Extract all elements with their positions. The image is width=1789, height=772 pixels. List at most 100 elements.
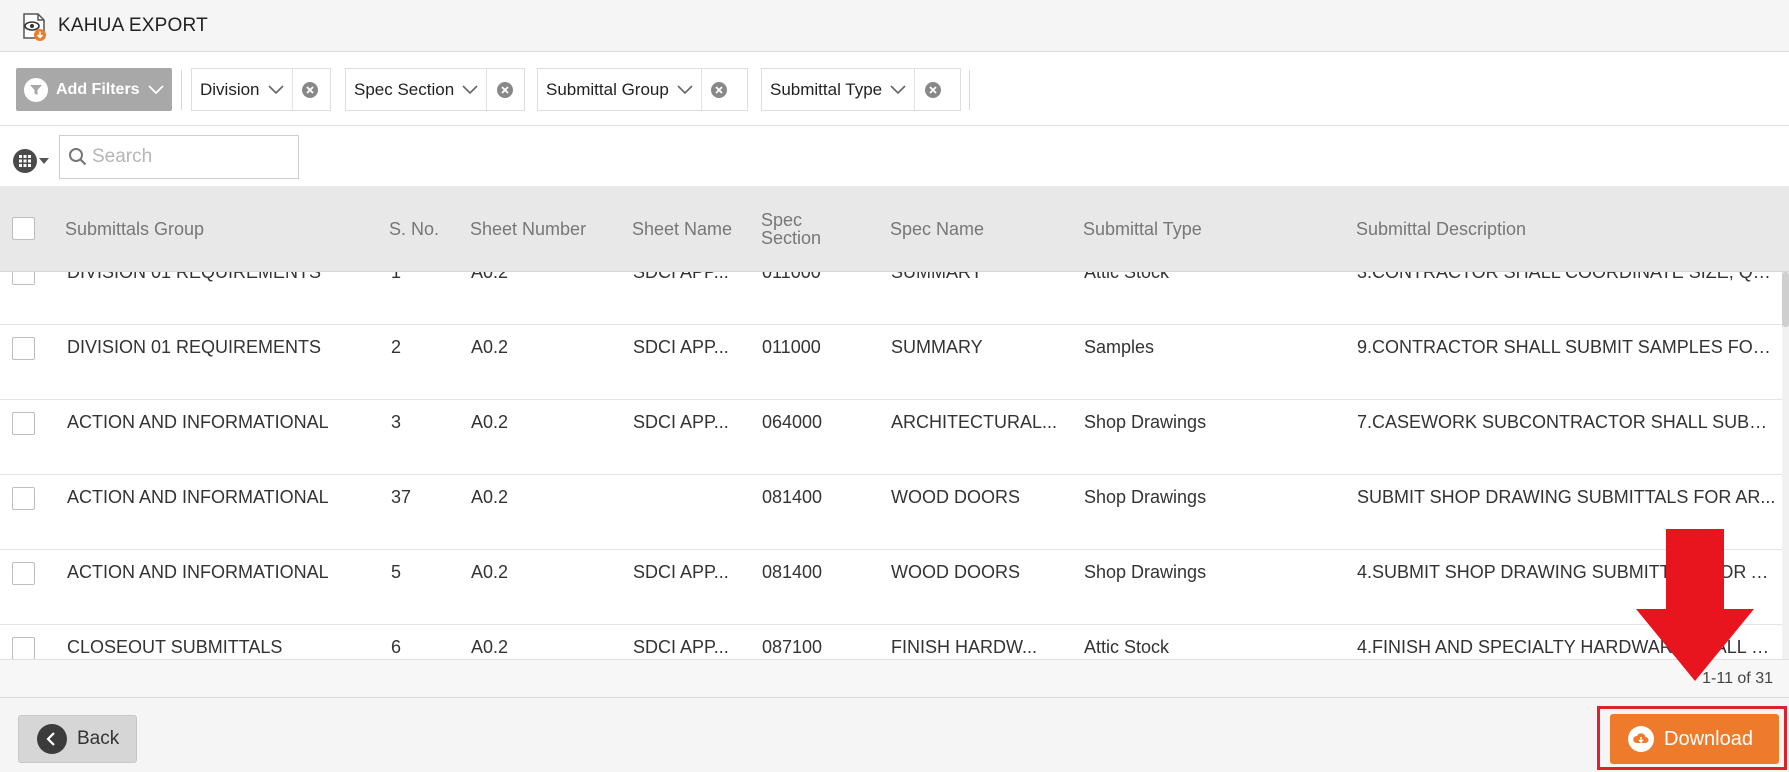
filter-chip-label: Submittal Type: [770, 79, 883, 99]
close-circle-icon: [711, 81, 728, 98]
column-header-sheet-name[interactable]: Sheet Name: [632, 186, 732, 272]
cell-spec-name: SUMMARY: [891, 337, 983, 357]
cell-spec-section: 011000: [762, 337, 821, 357]
cell-sheet-number: A0.2: [471, 637, 509, 657]
divider: [181, 70, 182, 110]
cell-submittal-description: 7.CASEWORK SUBCONTRACTOR SHALL SUBMI...: [1357, 412, 1777, 432]
column-header-spec-name[interactable]: Spec Name: [890, 186, 984, 272]
table-row[interactable]: DIVISION 01 REQUIREMENTS 2 A0.2 SDCI APP…: [0, 325, 1782, 400]
column-menu-button[interactable]: [12, 148, 50, 174]
back-label: Back: [77, 728, 120, 749]
filter-chip-submittal-type: Submittal Type: [761, 68, 961, 111]
filter-chip-submittal-group: Submittal Group: [537, 68, 748, 111]
search-box: [59, 135, 299, 179]
row-checkbox[interactable]: [12, 337, 35, 360]
filter-chip-division-dropdown[interactable]: Division: [192, 69, 292, 110]
filter-chip-submittal-group-dropdown[interactable]: Submittal Group: [538, 69, 701, 110]
cell-submittal-type: Shop Drawings: [1084, 412, 1207, 432]
table-row[interactable]: ACTION AND INFORMATIONAL 3 A0.2 SDCI APP…: [0, 400, 1782, 475]
cell-sheet-number: A0.2: [471, 337, 509, 357]
chevron-down-icon: [462, 84, 478, 94]
cell-submittal-type: Attic Stock: [1084, 272, 1170, 282]
cell-sheet-name: SDCI APP...: [633, 637, 729, 657]
cell-submittal-type: Shop Drawings: [1084, 487, 1207, 507]
scrollbar-thumb[interactable]: [1782, 272, 1789, 327]
filter-chip-submittal-type-dropdown[interactable]: Submittal Type: [762, 69, 914, 110]
arrow-down-icon: [1636, 529, 1754, 681]
table-row[interactable]: ACTION AND INFORMATIONAL 37 A0.2 081400 …: [0, 475, 1782, 550]
remove-filter-button[interactable]: [486, 69, 522, 110]
column-header-submittals-group[interactable]: Submittals Group: [65, 186, 204, 272]
chevron-down-icon: [890, 84, 906, 94]
row-checkbox[interactable]: [12, 272, 35, 285]
pagination-bar: 1-11 of 31: [0, 659, 1789, 697]
cell-submittal-description: 3.CONTRACTOR SHALL COORDINATE SIZE, QU..…: [1357, 272, 1777, 282]
cloud-download-icon: [1628, 726, 1654, 752]
cell-sheet-name: SDCI APP...: [633, 412, 729, 432]
divider: [969, 70, 970, 110]
filter-chip-spec-section-dropdown[interactable]: Spec Section: [346, 69, 486, 110]
filter-chip-spec-section: Spec Section: [345, 68, 525, 111]
cell-submittals-group: DIVISION 01 REQUIREMENTS: [67, 272, 322, 282]
cell-s-no: 3: [391, 412, 402, 432]
row-checkbox[interactable]: [12, 487, 35, 510]
cell-sheet-number: A0.2: [471, 412, 509, 432]
cell-submittals-group: DIVISION 01 REQUIREMENTS: [67, 337, 322, 357]
app-title: KAHUA EXPORT: [58, 15, 208, 36]
table-scrollbar[interactable]: [1782, 272, 1789, 659]
cell-sheet-number: A0.2: [471, 272, 509, 282]
back-button[interactable]: Back: [18, 715, 137, 763]
table-row[interactable]: ACTION AND INFORMATIONAL 5 A0.2 SDCI APP…: [0, 550, 1782, 625]
cell-s-no: 37: [391, 487, 412, 507]
row-checkbox[interactable]: [12, 412, 35, 435]
cell-submittal-type: Samples: [1084, 337, 1155, 357]
cell-submittal-description: SUBMIT SHOP DRAWING SUBMITTALS FOR AR...: [1357, 487, 1776, 507]
remove-filter-button[interactable]: [914, 69, 950, 110]
cell-sheet-number: A0.2: [471, 487, 509, 507]
column-header-submittal-type[interactable]: Submittal Type: [1083, 186, 1202, 272]
cell-spec-section: 081400: [762, 487, 823, 507]
cell-s-no: 6: [391, 637, 402, 657]
remove-filter-button[interactable]: [291, 69, 328, 110]
cell-submittals-group: ACTION AND INFORMATIONAL: [67, 562, 329, 582]
cell-sheet-name: SDCI APP...: [633, 272, 729, 282]
row-checkbox[interactable]: [12, 562, 35, 585]
footer-bar: Back Download: [0, 697, 1789, 772]
cell-sheet-number: A0.2: [471, 562, 509, 582]
column-header-sheet-number[interactable]: Sheet Number: [470, 186, 586, 272]
close-circle-icon: [924, 81, 941, 98]
filter-chip-label: Submittal Group: [546, 79, 669, 99]
search-input[interactable]: [92, 146, 272, 168]
cell-submittals-group: ACTION AND INFORMATIONAL: [67, 412, 329, 432]
chevron-down-icon: [677, 84, 693, 94]
cell-submittals-group: CLOSEOUT SUBMITTALS: [67, 637, 283, 657]
table-header: Submittals Group S. No. Sheet Number She…: [0, 186, 1789, 272]
row-checkbox[interactable]: [12, 637, 35, 659]
close-circle-icon: [496, 81, 513, 98]
cell-submittal-type: Attic Stock: [1084, 637, 1170, 657]
cell-s-no: 2: [391, 337, 402, 357]
add-filters-button[interactable]: Add Filters: [16, 68, 172, 111]
cell-spec-name: WOOD DOORS: [891, 562, 1020, 582]
download-label: Download: [1664, 727, 1753, 750]
cell-s-no: 5: [391, 562, 402, 582]
column-header-submittal-description[interactable]: Submittal Description: [1356, 186, 1526, 272]
cell-submittal-description: 9.CONTRACTOR SHALL SUBMIT SAMPLES FOR ..…: [1357, 337, 1777, 357]
column-header-spec-section[interactable]: Spec Section: [761, 186, 841, 272]
select-all-checkbox[interactable]: [12, 217, 35, 240]
cell-spec-section: 064000: [762, 412, 823, 432]
remove-filter-button[interactable]: [700, 69, 737, 110]
table-row[interactable]: DIVISION 01 REQUIREMENTS 1 A0.2 SDCI APP…: [0, 272, 1782, 325]
add-filters-label: Add Filters: [56, 80, 140, 98]
download-button[interactable]: Download: [1610, 714, 1779, 764]
chevron-down-icon: [267, 84, 284, 94]
search-icon: [69, 148, 87, 166]
filter-bar: Add Filters Division Spec Section Submit…: [0, 52, 1789, 126]
export-document-icon: [23, 13, 46, 41]
cell-spec-section: 081400: [762, 562, 823, 582]
cell-submittals-group: ACTION AND INFORMATIONAL: [67, 487, 329, 507]
chevron-down-icon: [147, 84, 164, 94]
table-body: DIVISION 01 REQUIREMENTS 1 A0.2 SDCI APP…: [0, 272, 1789, 659]
column-header-s-no[interactable]: S. No.: [389, 186, 439, 272]
table-row[interactable]: CLOSEOUT SUBMITTALS 6 A0.2 SDCI APP... 0…: [0, 625, 1782, 659]
